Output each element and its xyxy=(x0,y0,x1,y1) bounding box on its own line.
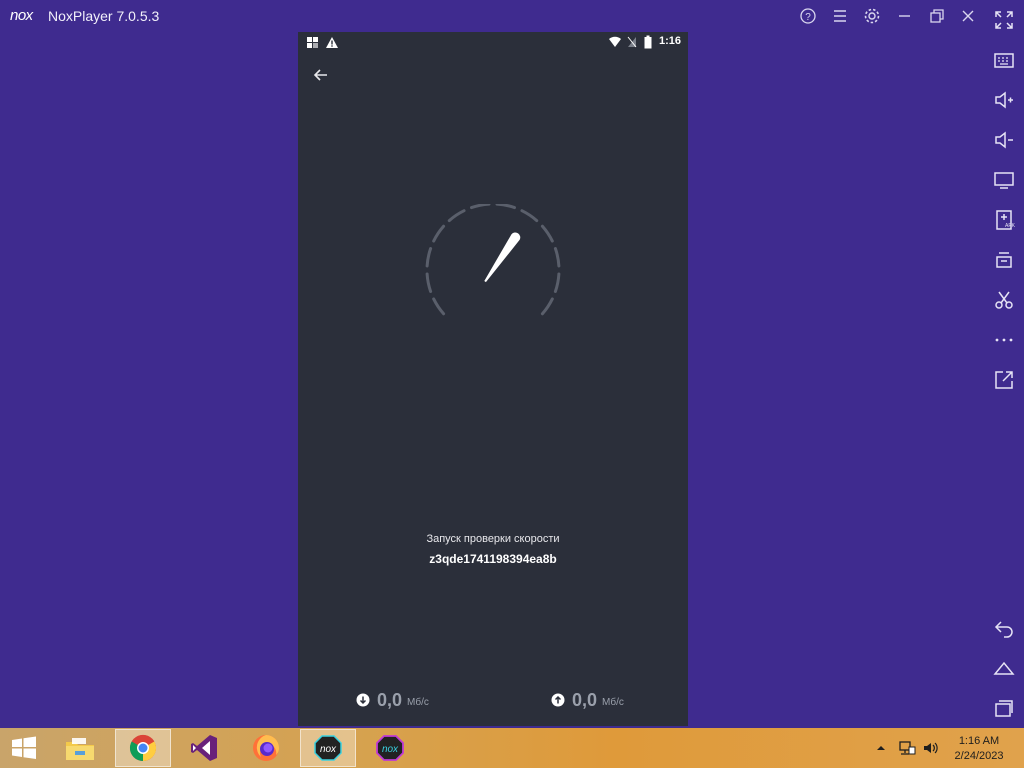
gauge-track xyxy=(425,204,561,316)
home-icon[interactable] xyxy=(992,656,1016,680)
android-status-bar: 1:16 xyxy=(298,32,688,52)
taskbar-file-explorer[interactable] xyxy=(52,729,108,767)
gauge-segment xyxy=(432,224,446,243)
volume-down-icon[interactable] xyxy=(992,128,1016,152)
server-id: z3qde1741198394ea8b xyxy=(429,552,557,566)
fullscreen-icon[interactable] xyxy=(992,8,1016,32)
gauge-segment xyxy=(540,297,554,316)
speaker-icon[interactable] xyxy=(922,740,940,756)
gauge-needle xyxy=(484,232,521,283)
gauge-segment xyxy=(447,209,466,223)
close-icon[interactable] xyxy=(958,6,978,26)
apk-install-icon[interactable]: APK xyxy=(992,208,1016,232)
windows-taskbar: nox nox 1:16 AM 2/24/2023 xyxy=(0,728,1024,768)
wifi-icon xyxy=(609,36,621,47)
taskbar-visual-studio[interactable] xyxy=(176,729,232,767)
gauge-segment xyxy=(553,272,561,293)
taskbar-nox[interactable]: nox xyxy=(300,729,356,767)
tray-expand-icon[interactable] xyxy=(876,744,886,752)
gauge-segment xyxy=(540,224,554,243)
clock-date: 2/24/2023 xyxy=(954,750,1004,762)
back-arrow-icon[interactable] xyxy=(312,66,330,89)
visual-studio-icon xyxy=(191,735,217,761)
gauge-segment xyxy=(432,297,446,316)
gauge-segment xyxy=(553,247,561,268)
settings-icon[interactable] xyxy=(862,6,882,26)
title-bar: nox NoxPlayer 7.0.5.3 ? xyxy=(0,0,984,32)
gauge-segment xyxy=(425,272,433,293)
keyboard-icon[interactable] xyxy=(992,48,1016,72)
window-title: NoxPlayer 7.0.5.3 xyxy=(48,8,160,24)
speed-gauge xyxy=(425,204,561,316)
svg-text:nox: nox xyxy=(382,744,399,755)
minimize-icon[interactable] xyxy=(894,6,914,26)
download-icon xyxy=(356,693,370,707)
file-explorer-icon xyxy=(66,738,94,760)
restore-icon[interactable] xyxy=(926,6,946,26)
volume-up-icon[interactable] xyxy=(992,88,1016,112)
gauge-segment xyxy=(520,209,539,223)
upload-speed: 0,0 Мб/с xyxy=(551,688,624,712)
network-icon[interactable] xyxy=(898,740,916,756)
recent-apps-icon[interactable] xyxy=(992,696,1016,720)
back-icon[interactable] xyxy=(992,616,1016,640)
chrome-icon xyxy=(129,734,157,762)
svg-text:nox: nox xyxy=(320,744,337,755)
taskbar-clock[interactable]: 1:16 AM 2/24/2023 xyxy=(944,734,1014,764)
multi-instance-icon[interactable] xyxy=(992,248,1016,272)
menu-icon[interactable] xyxy=(830,6,850,26)
nox-logo: nox xyxy=(10,7,42,28)
android-screen[interactable]: 1:16 Запуск проверки скорости z3qde17411… xyxy=(298,32,688,726)
taskbar-nox-multi[interactable]: nox xyxy=(362,729,418,767)
nox-multi-icon: nox xyxy=(376,735,404,761)
svg-text:APK: APK xyxy=(1005,223,1016,229)
screen-icon[interactable] xyxy=(992,168,1016,192)
no-signal-icon xyxy=(627,36,637,48)
screenshot-icon[interactable] xyxy=(992,288,1016,312)
warning-icon xyxy=(326,37,338,48)
battery-icon xyxy=(644,35,652,49)
taskbar-chrome[interactable] xyxy=(115,729,171,767)
open-external-icon[interactable] xyxy=(992,368,1016,392)
gauge-segment xyxy=(425,247,433,268)
upload-value: 0,0 xyxy=(572,689,598,710)
gauge-segment xyxy=(495,204,516,210)
upload-icon xyxy=(551,693,565,707)
notification-app-icon xyxy=(307,37,318,48)
start-button[interactable] xyxy=(0,729,52,767)
nox-icon: nox xyxy=(314,735,342,761)
windows-start-icon xyxy=(12,736,36,759)
upload-unit: Мб/с xyxy=(602,697,624,708)
test-status-text: Запуск проверки скорости xyxy=(426,533,560,545)
gauge-segment xyxy=(470,204,491,210)
more-icon[interactable] xyxy=(992,328,1016,352)
svg-text:?: ? xyxy=(805,12,811,23)
taskbar-firefox[interactable] xyxy=(238,729,294,767)
download-speed: 0,0 Мб/с xyxy=(356,688,429,712)
firefox-icon xyxy=(253,735,279,761)
help-icon[interactable]: ? xyxy=(798,6,818,26)
download-unit: Мб/с xyxy=(407,697,429,708)
download-value: 0,0 xyxy=(377,689,403,710)
clock-time: 1:16 AM xyxy=(958,735,1000,747)
status-time: 1:16 xyxy=(658,35,681,47)
svg-text:nox: nox xyxy=(10,7,34,23)
